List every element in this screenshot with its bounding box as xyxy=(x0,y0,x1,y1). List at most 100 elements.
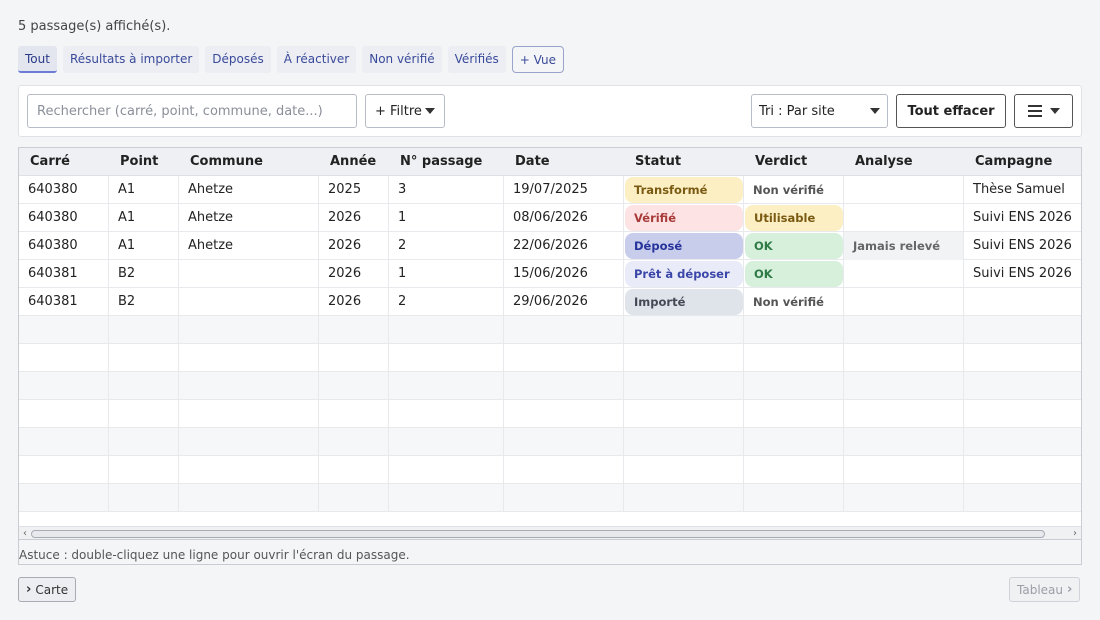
cell-point: B2 xyxy=(109,260,179,288)
table-row[interactable]: 640380 A1 Ahetze 2026 1 08/06/2026 Vérifié Util… xyxy=(19,204,1081,232)
column-header-verdict[interactable]: Verdict xyxy=(744,148,844,176)
cell-verdict: Non vérifié xyxy=(744,288,844,316)
cell-analyse xyxy=(844,288,964,316)
cell-passage xyxy=(389,400,504,428)
column-header-commune[interactable]: Commune xyxy=(179,148,319,176)
search-input[interactable] xyxy=(27,94,357,128)
cell-carre xyxy=(19,428,109,456)
column-header-annee[interactable]: Année xyxy=(319,148,389,176)
sort-select[interactable]: Tri : Par site xyxy=(751,94,888,128)
cell-point xyxy=(109,484,179,512)
column-header-campagne[interactable]: Campagne xyxy=(964,148,1081,176)
cell-campagne xyxy=(964,484,1081,512)
cell-analyse xyxy=(844,400,964,428)
cell-date xyxy=(504,456,624,484)
cell-campagne xyxy=(964,316,1081,344)
cell-carre: 640381 xyxy=(19,288,109,316)
tab-4[interactable]: Non vérifié xyxy=(362,46,442,73)
cell-statut xyxy=(624,456,744,484)
cell-annee xyxy=(319,428,389,456)
cell-campagne xyxy=(964,372,1081,400)
cell-carre: 640380 xyxy=(19,176,109,204)
horizontal-scrollbar[interactable]: ‹ › xyxy=(19,526,1081,539)
view-tabs: Tout Résultats à importer Déposés À réactiv… xyxy=(18,46,565,73)
tab-0[interactable]: Tout xyxy=(18,46,57,73)
map-nav-button[interactable]: › Carte xyxy=(18,577,77,602)
cell-campagne: Suivi ENS 2026 xyxy=(964,232,1081,260)
table-nav-button[interactable]: Tableau › xyxy=(1009,577,1081,602)
add-view-button[interactable]: + Vue xyxy=(511,46,565,73)
column-header-statut[interactable]: Statut xyxy=(624,148,744,176)
cell-analyse xyxy=(844,260,964,288)
tip-bar: Astuce : double-cliquez une ligne pour o… xyxy=(18,540,1082,565)
cell-statut: Transformé xyxy=(624,176,744,204)
clear-all-label: Tout effacer xyxy=(907,103,995,119)
cell-date xyxy=(504,400,624,428)
passages-table: Carré Point Commune Année N° passage Date Stat… xyxy=(18,147,1082,540)
cell-campagne xyxy=(964,456,1081,484)
empty-row xyxy=(19,400,1081,428)
column-header-passage[interactable]: N° passage xyxy=(389,148,504,176)
cell-statut: Importé xyxy=(624,288,744,316)
chevron-down-icon xyxy=(1049,108,1060,114)
chevron-right-icon[interactable]: › xyxy=(1069,527,1081,539)
cell-statut xyxy=(624,428,744,456)
cell-carre xyxy=(19,344,109,372)
cell-verdict xyxy=(744,400,844,428)
cell-passage xyxy=(389,484,504,512)
columns-menu-button[interactable] xyxy=(1014,94,1073,128)
cell-analyse xyxy=(844,176,964,204)
cell-verdict xyxy=(744,372,844,400)
cell-commune xyxy=(179,484,319,512)
cell-verdict: OK xyxy=(744,260,844,288)
cell-statut: Vérifié xyxy=(624,204,744,232)
status-badge: Déposé xyxy=(625,233,743,259)
table-row[interactable]: 640380 A1 Ahetze 2026 2 22/06/2026 Déposé OK Jam… xyxy=(19,232,1081,260)
cell-date: 15/06/2026 xyxy=(504,260,624,288)
column-header-carre[interactable]: Carré xyxy=(19,148,109,176)
cell-commune xyxy=(179,344,319,372)
filter-button[interactable]: + Filtre xyxy=(365,94,445,128)
cell-passage: 2 xyxy=(389,288,504,316)
cell-carre xyxy=(19,484,109,512)
cell-campagne: Suivi ENS 2026 xyxy=(964,260,1081,288)
cell-statut xyxy=(624,344,744,372)
column-header-date[interactable]: Date xyxy=(504,148,624,176)
status-badge: Transformé xyxy=(625,177,743,203)
chevron-left-icon[interactable]: ‹ xyxy=(19,527,31,539)
cell-verdict: Utilisable xyxy=(744,204,844,232)
cell-commune xyxy=(179,288,319,316)
chevron-down-icon xyxy=(870,108,880,114)
cell-carre xyxy=(19,456,109,484)
tab-2[interactable]: Déposés xyxy=(205,46,271,73)
cell-date: 19/07/2025 xyxy=(504,176,624,204)
status-badge: Vérifié xyxy=(625,205,743,231)
cell-annee: 2026 xyxy=(319,232,389,260)
cell-verdict xyxy=(744,316,844,344)
cell-verdict xyxy=(744,428,844,456)
cell-statut: Prêt à déposer xyxy=(624,260,744,288)
cell-annee xyxy=(319,456,389,484)
cell-verdict xyxy=(744,344,844,372)
hamburger-icon xyxy=(1027,105,1042,117)
cell-point xyxy=(109,456,179,484)
cell-campagne xyxy=(964,400,1081,428)
table-row[interactable]: 640381 B2 2026 1 15/06/2026 Prêt à déposer OK S… xyxy=(19,260,1081,288)
table-row[interactable]: 640380 A1 Ahetze 2025 3 19/07/2025 Transformé N… xyxy=(19,176,1081,204)
tab-3[interactable]: À réactiver xyxy=(276,46,357,73)
cell-date xyxy=(504,372,624,400)
cell-analyse xyxy=(844,428,964,456)
column-header-point[interactable]: Point xyxy=(109,148,179,176)
chevron-down-icon xyxy=(425,108,435,114)
table-row[interactable]: 640381 B2 2026 2 29/06/2026 Importé Non vérifi… xyxy=(19,288,1081,316)
cell-annee xyxy=(319,484,389,512)
column-header-analyse[interactable]: Analyse xyxy=(844,148,964,176)
cell-analyse: Jamais relevé xyxy=(844,232,964,260)
clear-all-button[interactable]: Tout effacer xyxy=(896,94,1006,128)
tab-1[interactable]: Résultats à importer xyxy=(62,46,200,73)
cell-point: B2 xyxy=(109,288,179,316)
cell-carre xyxy=(19,372,109,400)
scrollbar-thumb[interactable] xyxy=(31,530,1045,538)
cell-date xyxy=(504,316,624,344)
tab-5[interactable]: Vérifiés xyxy=(447,46,506,73)
